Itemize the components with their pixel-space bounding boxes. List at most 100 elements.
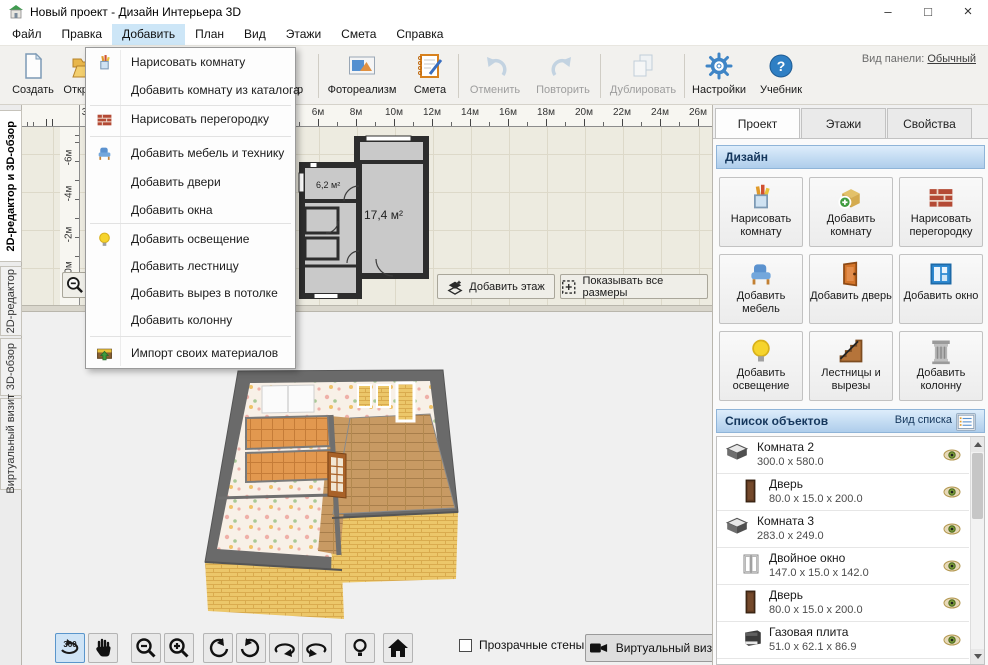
menu-edit[interactable]: Правка bbox=[52, 24, 113, 45]
zoom-in-button[interactable] bbox=[164, 633, 194, 663]
draw-partition-button[interactable]: Нарисовать перегородку bbox=[899, 177, 983, 247]
window-3d bbox=[357, 384, 372, 408]
orbit-right-button[interactable] bbox=[302, 633, 332, 663]
add-floor-button[interactable]: Добавить этаж bbox=[437, 274, 555, 299]
menu-add[interactable]: Добавить bbox=[112, 24, 186, 45]
scroll-down-button[interactable] bbox=[971, 649, 984, 664]
add-lighting-button[interactable]: Добавить освещение bbox=[719, 331, 803, 401]
transparent-walls-checkbox[interactable] bbox=[459, 638, 472, 652]
menu-item-add-furniture[interactable]: Добавить мебель и технику bbox=[87, 140, 294, 167]
column-icon bbox=[932, 340, 950, 365]
menu-item-add-room-catalog[interactable]: Добавить комнату из каталога bbox=[87, 77, 300, 104]
rotate-down-button[interactable] bbox=[236, 633, 266, 663]
photorealism-button[interactable]: Фотореализм bbox=[322, 49, 402, 103]
close-button[interactable]: × bbox=[948, 0, 988, 24]
virtual-tour-button[interactable]: Виртуальный визит bbox=[585, 634, 712, 662]
visibility-eye-icon[interactable] bbox=[943, 486, 961, 498]
tab-virtual-visit[interactable]: Виртуальный визит bbox=[0, 394, 22, 494]
room-area-label: 6,2 м² bbox=[316, 180, 340, 190]
menu-item-draw-room[interactable]: Нарисовать комнату bbox=[87, 49, 294, 76]
gear-icon bbox=[705, 52, 733, 80]
rotate-360-button[interactable]: 360 bbox=[55, 633, 85, 663]
tab-3d-view[interactable]: 3D-обзор bbox=[0, 338, 22, 396]
tab-2d-editor[interactable]: 2D-редактор bbox=[0, 266, 22, 336]
transparent-walls-option[interactable]: Прозрачные стены bbox=[459, 638, 584, 652]
ruler-label: 12м bbox=[423, 107, 441, 118]
rotate-up-button[interactable] bbox=[203, 633, 233, 663]
menu-item-add-ceiling-cutout[interactable]: Добавить вырез в потолке bbox=[87, 280, 294, 307]
undo-button[interactable]: Отменить bbox=[464, 49, 526, 103]
list-item-room[interactable]: Комната 7 bbox=[717, 659, 969, 664]
duplicate-button[interactable]: Дублировать bbox=[606, 49, 680, 103]
panel-view-selector[interactable]: Вид панели: Обычный bbox=[862, 53, 976, 65]
add-furniture-button[interactable]: Добавить мебель bbox=[719, 254, 803, 324]
tab-properties[interactable]: Свойства bbox=[887, 108, 972, 139]
home-view-button[interactable] bbox=[383, 633, 413, 663]
brick-wall-icon bbox=[929, 189, 953, 207]
scrollbar-thumb[interactable] bbox=[972, 453, 983, 519]
armchair-icon bbox=[751, 264, 771, 285]
window-3d bbox=[376, 384, 391, 408]
menu-file[interactable]: Файл bbox=[2, 24, 52, 45]
orbit-left-button[interactable] bbox=[269, 633, 299, 663]
add-door-button[interactable]: Добавить дверь bbox=[809, 254, 893, 324]
tutorial-button[interactable]: ? Учебник bbox=[754, 49, 808, 103]
toolbar-separator bbox=[600, 54, 601, 98]
menu-item-import-materials[interactable]: Импорт своих материалов bbox=[87, 340, 294, 367]
menu-view[interactable]: Вид bbox=[234, 24, 276, 45]
tab-floors[interactable]: Этажи bbox=[801, 108, 886, 139]
panel-view-value[interactable]: Обычный bbox=[927, 53, 976, 65]
menu-item-add-stairs[interactable]: Добавить лестницу bbox=[87, 253, 294, 280]
list-item-room[interactable]: Комната 2 300.0 x 580.0 bbox=[717, 437, 969, 474]
tab-project[interactable]: Проект bbox=[715, 108, 800, 139]
list-item-stove[interactable]: Газовая плита 51.0 x 62.1 x 86.9 bbox=[717, 622, 969, 659]
list-view-button[interactable] bbox=[956, 413, 976, 431]
menu-plan[interactable]: План bbox=[185, 24, 234, 45]
menu-item-draw-partition[interactable]: Нарисовать перегородку bbox=[87, 106, 294, 133]
visibility-eye-icon[interactable] bbox=[943, 523, 961, 535]
menu-floors[interactable]: Этажи bbox=[276, 24, 331, 45]
menu-item-add-column[interactable]: Добавить колонну bbox=[87, 307, 294, 334]
zoom-out-button[interactable] bbox=[131, 633, 161, 663]
visibility-eye-icon[interactable] bbox=[943, 597, 961, 609]
show-all-sizes-button[interactable]: Показывать все размеры bbox=[560, 274, 708, 299]
design-section-header: Дизайн bbox=[716, 145, 985, 169]
visibility-eye-icon[interactable] bbox=[943, 634, 961, 646]
menu-estimate[interactable]: Смета bbox=[331, 24, 386, 45]
double-window-icon bbox=[743, 554, 759, 574]
ruler-label: 24м bbox=[651, 107, 669, 118]
estimate-button[interactable]: Смета bbox=[406, 49, 454, 103]
add-room-button[interactable]: Добавить комнату bbox=[809, 177, 893, 247]
maximize-button[interactable]: □ bbox=[908, 0, 948, 24]
menu-item-add-lighting[interactable]: Добавить освещение bbox=[87, 226, 294, 253]
minimize-button[interactable]: – bbox=[868, 0, 908, 24]
list-item-window[interactable]: Двойное окно 147.0 x 15.0 x 142.0 bbox=[717, 548, 969, 585]
ruler-label: -6м bbox=[63, 149, 75, 166]
list-item-door[interactable]: Дверь 80.0 x 15.0 x 200.0 bbox=[717, 585, 969, 622]
redo-button[interactable]: Повторить bbox=[530, 49, 596, 103]
list-item-room[interactable]: Комната 3 283.0 x 249.0 bbox=[717, 511, 969, 548]
visibility-eye-icon[interactable] bbox=[943, 560, 961, 572]
add-column-button[interactable]: Добавить колонну bbox=[899, 331, 983, 401]
list-scrollbar[interactable] bbox=[970, 437, 984, 664]
draw-room-button[interactable]: Нарисовать комнату bbox=[719, 177, 803, 247]
scroll-up-button[interactable] bbox=[971, 437, 984, 452]
floor-plan-2d[interactable]: 6,2 м² 17,4 м² bbox=[298, 131, 432, 303]
create-button[interactable]: Создать bbox=[8, 49, 58, 103]
tab-2d-3d[interactable]: 2D-редактор и 3D-обзор bbox=[0, 110, 22, 262]
stairs-openings-button[interactable]: Лестницы и вырезы bbox=[809, 331, 893, 401]
visibility-eye-icon[interactable] bbox=[943, 449, 961, 461]
toolbar-separator bbox=[684, 54, 685, 98]
dashed-square-icon bbox=[562, 279, 576, 294]
add-window-button[interactable]: Добавить окно bbox=[899, 254, 983, 324]
menu-item-add-doors[interactable]: Добавить двери bbox=[87, 169, 294, 196]
toolbar-separator bbox=[458, 54, 459, 98]
menu-help[interactable]: Справка bbox=[386, 24, 453, 45]
lighting-button[interactable] bbox=[345, 633, 375, 663]
menu-item-add-windows[interactable]: Добавить окна bbox=[87, 197, 294, 224]
kitchen-floor bbox=[245, 414, 332, 451]
pan-button[interactable] bbox=[88, 633, 118, 663]
list-item-door[interactable]: Дверь 80.0 x 15.0 x 200.0 bbox=[717, 474, 969, 511]
plan-window bbox=[298, 172, 305, 193]
settings-button[interactable]: Настройки bbox=[688, 49, 750, 103]
